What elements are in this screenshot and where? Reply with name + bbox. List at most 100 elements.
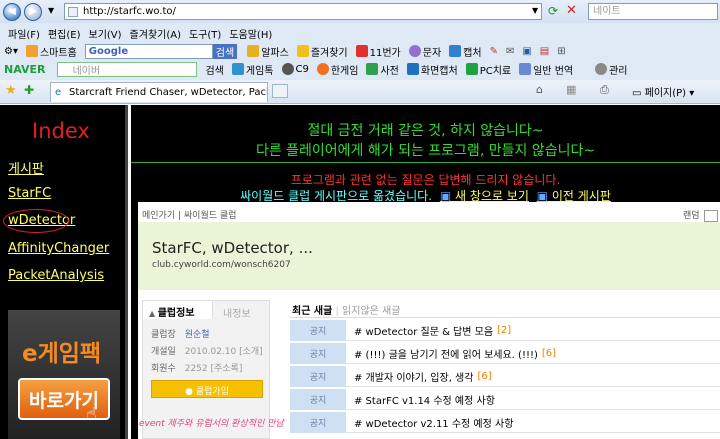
google-search-input[interactable]: Google [84,43,213,59]
11st-button[interactable]: 11번가 [355,44,401,59]
naver-search-button[interactable]: 검색 [205,62,223,77]
translate-icon [519,63,532,75]
event-banner[interactable]: event 제주와 유럽서의 환상적인 만남 [139,416,284,429]
edit-icon[interactable]: ▤ [540,46,549,57]
page-menu-icon: ▭ [632,88,645,99]
join-club-button[interactable]: ● 클럽가입 [151,380,263,398]
sidebar-link-board[interactable]: 게시판 [8,158,44,177]
back-icon[interactable]: ◀ [3,2,21,21]
address-dropdown-icon[interactable]: ▼ [532,6,538,15]
tab-recent-posts[interactable]: 최근 새글 [292,306,332,317]
info-value[interactable]: 2252 [주소록] [185,364,243,374]
old-board-link[interactable]: ▣ 이전 게시판 [537,189,611,203]
post-row[interactable]: 공지 # (!!!) 글을 남기기 전에 읽어 보세요. (!!!) [6] [290,342,720,364]
menu-favorites[interactable]: 즐겨찾기(A) [130,26,181,41]
info-value[interactable]: 원순철 [185,330,210,340]
join-icon: ● [185,387,196,397]
sidebar-link-packetanalysis[interactable]: PacketAnalysis [8,268,104,283]
browser-search-input[interactable]: 네이트 [588,3,718,20]
notice-badge: 공지 [290,319,346,341]
c9-icon [281,63,294,75]
sidebar-link-affinitychanger[interactable]: AffinityChanger [8,241,109,256]
new-tab-icon[interactable] [272,84,288,98]
save-icon[interactable]: ▣ [522,46,531,57]
post-tabs: 최근 새글 | 읽지않은 새글 [292,302,400,317]
tab-my-info[interactable]: 내정보 [223,305,251,320]
menu-file[interactable]: 파일(F) [8,26,40,41]
manage-icon [595,63,608,75]
dropdown-icon[interactable]: ▼ [48,6,54,15]
sidebar-link-starfc[interactable]: StarFC [8,186,51,201]
rss-icon[interactable]: ⊞ [557,46,565,57]
egamepack-ad[interactable]: e게임팩 바로가기 ☝ [8,310,120,439]
add-favorite-icon[interactable]: ✚ [24,83,34,97]
manage-button[interactable]: 관리 [595,62,628,77]
mail-icon[interactable]: ✉ [506,46,514,57]
print-icon[interactable]: ⎙ [600,83,609,97]
toolbar-2: NAVER 네이버 검색 게임톡 C9 한게임 사전 화면캡처 PC치료 일반 … [4,60,636,78]
board-icon: ▣ [536,189,552,203]
home-nav-icon[interactable]: ⌂ [536,83,543,96]
favorites-star-icon[interactable]: ★ [5,83,17,98]
notice-badge: 공지 [290,365,346,387]
collapse-icon: ▲ [149,309,158,318]
tab-club-info[interactable]: ▲ 클럽정보 [143,301,213,319]
stop-icon[interactable]: ✕ [566,3,577,18]
notice-badge: 공지 [290,342,346,364]
embedded-club-frame: 메인가기 | 싸이월드 클럽 랜덤 StarFC, wDetector, ...… [138,202,720,439]
post-title: # wDetector v2.11 수정 예정 사항 [354,418,514,430]
notice-text: 싸이월드 클럽 게시판으로 옮겼습니다. [240,189,433,203]
pc-care-button[interactable]: PC치료 [465,62,511,77]
naver-search-input[interactable]: 네이버 [57,61,198,77]
new-window-link[interactable]: ▣ 새 창으로 보기 [440,189,529,203]
topnav-cyworld-link[interactable]: 싸이월드 클럽 [184,211,237,221]
game-talk-button[interactable]: 게임톡 [231,62,274,77]
google-search-button[interactable]: 검색 [212,43,238,59]
post-list-divider [290,317,720,318]
ad-title: e게임팩 [22,341,102,367]
page-menu-button[interactable]: ▭ 페이지(P) ▾ [632,84,694,99]
toolbar-settings-icon[interactable]: ⚙▾ [4,46,18,57]
refresh-icon[interactable]: ⟳ [548,4,558,18]
tab-row: ★ ✚ e Starcraft Friend Chaser, wDetector,… [0,80,720,102]
tab-unread-posts[interactable]: 읽지않은 새글 [342,306,400,317]
menu-help[interactable]: 도움말(H) [229,26,272,41]
smarthome-button[interactable]: 스마트홈 [25,44,77,59]
comment-count: [6] [541,347,557,359]
info-value[interactable]: 2010.02.10 [소개] [185,347,263,357]
c9-button[interactable]: C9 [281,63,309,75]
sidebar: Index 게시판 StarFC wDetector AffinityChang… [0,105,128,439]
menu-view[interactable]: 보기(V) [89,26,122,41]
topnav-main-link[interactable]: 메인가기 [142,211,175,221]
menu-edit[interactable]: 편집(E) [48,26,81,41]
sms-button[interactable]: 문자 [408,44,441,59]
post-row[interactable]: 공지 # StarFC v1.14 수정 예정 사항 [290,388,720,410]
post-row[interactable]: 공지 # wDetector 질문 & 답변 모음 [2] [290,319,720,341]
screen-capture-button[interactable]: 화면캡처 [406,62,458,77]
brush-icon[interactable]: ✎ [490,46,498,57]
info-row: 회원수 2252 [주소록] [151,364,243,374]
dictionary-button[interactable]: 사전 [366,62,399,77]
post-row[interactable]: 공지 # 개발자 이야기, 입장, 생각 [6] [290,365,720,387]
topnav-random-link[interactable]: 랜덤 [683,208,718,222]
tab-active[interactable]: e Starcraft Friend Chaser, wDetector, Pac… [50,82,268,102]
game-icon [231,63,244,75]
club-topnav: 메인가기 | 싸이월드 클럽 [142,211,237,221]
hangame-button[interactable]: 한게임 [316,62,358,77]
alpas-button[interactable]: 알파스 [247,44,289,59]
random-box [703,209,718,222]
menu-tools[interactable]: 도구(T) [189,26,221,41]
post-title: # StarFC v1.14 수정 예정 사항 [354,395,495,407]
feed-icon[interactable]: ▦ [566,83,576,96]
plus-icon [465,63,478,75]
notice-badge: 공지 [290,411,346,433]
club-header: StarFC, wDetector, ... club.cyworld.com/… [138,222,720,290]
translate-button[interactable]: 일반 번역 [519,62,573,77]
favorites-button[interactable]: 즐겨찾기 [296,44,348,59]
forward-icon[interactable]: ▶ [24,2,42,21]
capture-button[interactable]: 캡처 [449,44,482,59]
pointer-hand-icon: ☝ [86,404,97,425]
tab-title: Starcraft Friend Chaser, wDetector, Pack… [69,87,267,98]
address-bar[interactable]: http://starfc.wo.to/ [64,3,542,20]
post-row[interactable]: 공지 # wDetector v2.11 수정 예정 사항 [290,411,720,433]
